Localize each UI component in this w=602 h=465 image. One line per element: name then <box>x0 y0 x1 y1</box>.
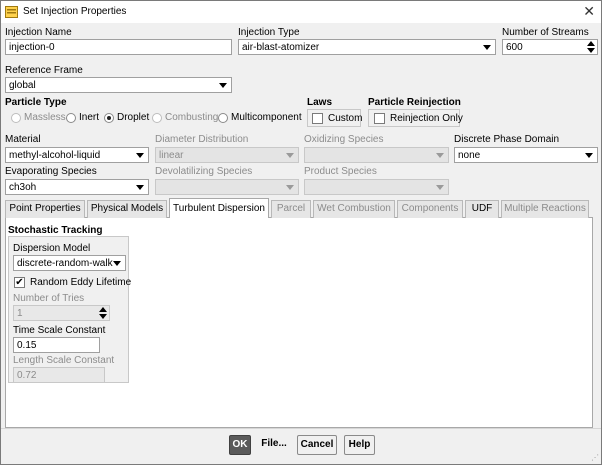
turbulent-dispersion-pane: Stochastic Tracking Dispersion Model dis… <box>5 218 593 428</box>
tab-strip: Point Properties Physical Models Turbule… <box>5 198 593 218</box>
radio-combusting[interactable] <box>152 113 162 123</box>
title-bar: Set Injection Properties ✕ <box>1 1 601 23</box>
radio-multicomponent-label: Multicomponent <box>231 112 302 123</box>
evaporating-species-label: Evaporating Species <box>5 166 97 177</box>
number-of-tries-value: 1 <box>17 308 23 319</box>
radio-massless[interactable] <box>11 113 21 123</box>
number-of-tries-stepper[interactable]: 1 <box>13 305 110 321</box>
dialog-window: Set Injection Properties ✕ Injection Nam… <box>0 0 602 465</box>
chevron-down-icon <box>436 153 444 158</box>
injection-type-value: air-blast-atomizer <box>242 42 320 53</box>
particle-type-group: Massless Inert Droplet Combusting Multic… <box>5 110 302 126</box>
devolatilizing-species-select[interactable] <box>155 179 299 195</box>
footer-divider <box>1 428 601 429</box>
num-streams-value: 600 <box>506 42 523 53</box>
radio-multicomponent[interactable] <box>218 113 228 123</box>
product-species-label: Product Species <box>304 166 377 177</box>
injection-type-select[interactable]: air-blast-atomizer <box>238 39 496 55</box>
window-title: Set Injection Properties <box>23 6 127 17</box>
num-streams-label: Number of Streams <box>502 27 589 38</box>
random-eddy-lifetime-label: Random Eddy Lifetime <box>30 277 132 288</box>
dispersion-model-value: discrete-random-walk <box>17 258 113 269</box>
chevron-down-icon <box>483 45 491 50</box>
reinjection-only-checkbox[interactable] <box>374 113 385 124</box>
chevron-down-icon <box>219 83 227 88</box>
oxidizing-species-label: Oxidizing Species <box>304 134 384 145</box>
help-button[interactable]: Help <box>344 435 375 455</box>
particle-type-label: Particle Type <box>5 97 67 108</box>
radio-combusting-label: Combusting <box>165 112 219 123</box>
spinner-arrows-icon[interactable] <box>587 41 595 54</box>
radio-massless-label: Massless <box>24 112 66 123</box>
particle-reinjection-label: Particle Reinjection <box>368 97 461 108</box>
discrete-phase-domain-value: none <box>458 150 481 161</box>
radio-inert-label: Inert <box>79 112 100 123</box>
resize-grip-icon[interactable]: ⋰ <box>591 454 599 462</box>
material-value: methyl-alcohol-liquid <box>9 150 101 161</box>
tab-parcel[interactable]: Parcel <box>271 200 311 218</box>
tab-wet-combustion[interactable]: Wet Combustion <box>313 200 395 218</box>
diameter-distribution-value: linear <box>159 150 184 161</box>
product-species-select[interactable] <box>304 179 449 195</box>
tab-components[interactable]: Components <box>397 200 463 218</box>
devolatilizing-species-label: Devolatilizing Species <box>155 166 253 177</box>
chevron-down-icon <box>136 185 144 190</box>
chevron-down-icon <box>286 185 294 190</box>
discrete-phase-domain-select[interactable]: none <box>454 147 598 163</box>
reinjection-group: Reinjection Only <box>368 109 463 127</box>
chevron-down-icon <box>136 153 144 158</box>
chevron-down-icon <box>286 153 294 158</box>
injection-name-label: Injection Name <box>5 27 72 38</box>
chevron-down-icon <box>436 185 444 190</box>
radio-droplet-label: Droplet <box>117 112 150 123</box>
tab-turbulent-dispersion[interactable]: Turbulent Dispersion <box>169 198 269 218</box>
material-label: Material <box>5 134 41 145</box>
close-icon[interactable]: ✕ <box>583 3 595 20</box>
dialog-body: Injection Name injection-0 Injection Typ… <box>1 23 601 464</box>
app-icon <box>5 6 18 18</box>
radio-inert[interactable] <box>66 113 76 123</box>
file-button[interactable]: File... <box>258 435 290 455</box>
material-select[interactable]: methyl-alcohol-liquid <box>5 147 149 163</box>
dispersion-model-label: Dispersion Model <box>13 243 91 254</box>
injection-name-input[interactable]: injection-0 <box>5 39 232 55</box>
length-scale-constant-input[interactable]: 0.72 <box>13 367 105 383</box>
random-eddy-lifetime-checkbox[interactable]: ✔ <box>14 277 25 288</box>
length-scale-constant-label: Length Scale Constant <box>13 355 115 366</box>
time-scale-constant-label: Time Scale Constant <box>13 325 106 336</box>
chevron-down-icon <box>113 261 121 266</box>
tab-physical-models[interactable]: Physical Models <box>87 200 167 218</box>
cancel-button[interactable]: Cancel <box>297 435 337 455</box>
laws-label: Laws <box>307 97 333 108</box>
spinner-arrows-icon[interactable] <box>99 307 107 320</box>
custom-laws-checkbox[interactable] <box>312 113 323 124</box>
tab-point-properties[interactable]: Point Properties <box>5 200 85 218</box>
evaporating-species-value: ch3oh <box>9 182 37 193</box>
ok-button[interactable]: OK <box>229 435 251 455</box>
radio-droplet[interactable] <box>104 113 114 123</box>
diameter-distribution-select[interactable]: linear <box>155 147 299 163</box>
tab-multiple-reactions[interactable]: Multiple Reactions <box>501 200 589 218</box>
dispersion-model-select[interactable]: discrete-random-walk <box>13 255 126 271</box>
stochastic-tracking-group: Dispersion Model discrete-random-walk ✔ … <box>8 236 132 383</box>
stochastic-tracking-title: Stochastic Tracking <box>8 225 103 236</box>
reinjection-only-label: Reinjection Only <box>390 113 463 124</box>
oxidizing-species-select[interactable] <box>304 147 449 163</box>
discrete-phase-domain-label: Discrete Phase Domain <box>454 134 560 145</box>
injection-type-label: Injection Type <box>238 27 300 38</box>
reference-frame-label: Reference Frame <box>5 65 83 76</box>
evaporating-species-select[interactable]: ch3oh <box>5 179 149 195</box>
custom-laws-label: Custom <box>328 113 363 124</box>
number-of-tries-label: Number of Tries <box>13 293 85 304</box>
num-streams-stepper[interactable]: 600 <box>502 39 598 55</box>
reference-frame-select[interactable]: global <box>5 77 232 93</box>
chevron-down-icon <box>585 153 593 158</box>
diameter-distribution-label: Diameter Distribution <box>155 134 249 145</box>
reference-frame-value: global <box>9 80 36 91</box>
time-scale-constant-input[interactable]: 0.15 <box>13 337 100 353</box>
laws-group: Custom <box>307 109 363 127</box>
tab-udf[interactable]: UDF <box>465 200 499 218</box>
